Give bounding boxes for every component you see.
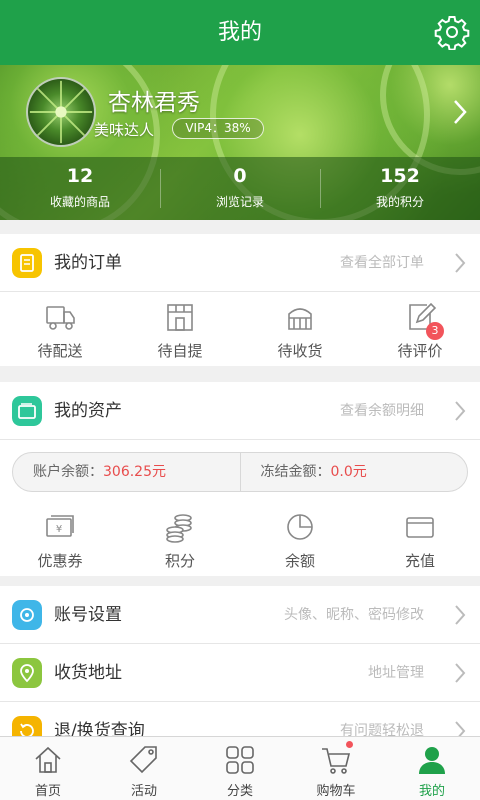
user-icon xyxy=(419,747,445,774)
card-icon xyxy=(406,517,434,538)
cart-notification-dot xyxy=(346,741,353,748)
tab-label: 活动 xyxy=(130,784,157,799)
tag-icon xyxy=(129,746,157,774)
chevron-right-icon xyxy=(455,605,466,625)
tab-label: 分类 xyxy=(226,784,253,799)
cart-icon xyxy=(322,748,351,774)
balance-section: 账户余额：306.25元 冻结金额：0.0元 xyxy=(0,440,480,502)
tab-label: 购物车 xyxy=(316,784,356,799)
asset-label: 积分 xyxy=(164,552,195,570)
order-status-grid: 待配送 待自提 待收货 3 待评价 xyxy=(0,292,480,366)
menu-account-settings[interactable]: 账号设置 头像、昵称、密码修改 xyxy=(0,586,480,644)
asset-grid: ¥ 优惠券 积分 余额 充值 xyxy=(0,502,480,576)
chevron-right-icon[interactable] xyxy=(452,99,468,125)
svg-text:¥: ¥ xyxy=(56,524,62,535)
menu-label: 收货地址 xyxy=(54,663,122,683)
menu-hint: 地址管理 xyxy=(368,665,424,681)
assets-row[interactable]: 我的资产 查看余额明细 xyxy=(0,382,480,440)
store-icon xyxy=(167,304,193,331)
orders-card: 我的订单 查看全部订单 待配送 待自提 待收货 3 待评价 xyxy=(0,234,480,366)
tab-home[interactable]: 首页 xyxy=(0,737,96,800)
page-title: 我的 xyxy=(217,20,262,45)
chevron-right-icon xyxy=(455,253,466,273)
username: 杏林君秀 xyxy=(108,90,200,116)
order-status-label: 待收货 xyxy=(277,342,323,360)
stat-label: 浏览记录 xyxy=(215,195,264,209)
tab-activities[interactable]: 活动 xyxy=(96,737,192,800)
bottom-tab-bar: 首页 活动 分类 购物车 我的 xyxy=(0,736,480,800)
profile-banner[interactable]: 杏林君秀 美味达人 VIP4：38% 12 收藏的商品 0 浏览记录 152 我… xyxy=(0,65,480,220)
tab-categories[interactable]: 分类 xyxy=(192,737,288,800)
location-icon xyxy=(12,658,42,688)
chevron-right-icon xyxy=(455,663,466,683)
asset-recharge[interactable]: 充值 xyxy=(360,502,480,576)
profile-stats: 12 收藏的商品 0 浏览记录 152 我的积分 xyxy=(0,157,480,220)
order-status-label: 待评价 xyxy=(397,342,443,360)
settings-icon xyxy=(12,600,42,630)
frozen-label: 冻结金额： xyxy=(260,464,331,480)
menu-list: 账号设置 头像、昵称、密码修改 收货地址 地址管理 退/换货查询 有问题轻松退 xyxy=(0,586,480,760)
stat-value: 12 xyxy=(66,165,94,187)
tab-mine[interactable]: 我的 xyxy=(384,737,480,800)
assets-title: 我的资产 xyxy=(54,401,122,421)
wallet-icon xyxy=(12,396,42,426)
tab-label: 我的 xyxy=(418,784,445,799)
menu-shipping-address[interactable]: 收货地址 地址管理 xyxy=(0,644,480,702)
menu-label: 账号设置 xyxy=(54,605,122,625)
coins-icon xyxy=(166,514,192,543)
asset-coupons[interactable]: ¥ 优惠券 xyxy=(0,502,120,576)
box-icon xyxy=(288,308,312,330)
tab-cart[interactable]: 购物车 xyxy=(288,737,384,800)
account-balance[interactable]: 账户余额：306.25元 xyxy=(13,453,240,491)
stat-points[interactable]: 152 我的积分 xyxy=(320,157,480,220)
assets-card: 我的资产 查看余额明细 账户余额：306.25元 冻结金额：0.0元 ¥ 优惠券… xyxy=(0,382,480,576)
stat-label: 收藏的商品 xyxy=(49,195,110,209)
vip-badge: VIP4：38% xyxy=(172,118,264,139)
view-balance-detail-link[interactable]: 查看余额明细 xyxy=(340,382,424,440)
order-status-to-review[interactable]: 3 待评价 xyxy=(360,292,480,366)
home-icon xyxy=(35,746,61,773)
frozen-balance[interactable]: 冻结金额：0.0元 xyxy=(239,453,468,491)
balance-label: 账户余额： xyxy=(33,464,103,480)
asset-label: 充值 xyxy=(404,552,435,570)
avatar[interactable] xyxy=(26,77,96,147)
order-status-label: 待配送 xyxy=(37,342,83,360)
asset-balance[interactable]: 余额 xyxy=(240,502,360,576)
stat-history[interactable]: 0 浏览记录 xyxy=(160,157,320,220)
truck-icon xyxy=(46,306,75,330)
asset-label: 余额 xyxy=(284,552,315,570)
orders-title: 我的订单 xyxy=(54,253,122,273)
stat-favorites[interactable]: 12 收藏的商品 xyxy=(0,157,160,220)
pie-icon xyxy=(287,514,313,540)
order-status-pickup[interactable]: 待自提 xyxy=(120,292,240,366)
menu-hint: 头像、昵称、密码修改 xyxy=(284,607,424,623)
balance-value: 306.25元 xyxy=(103,464,166,480)
member-level: 美味达人 xyxy=(94,121,155,139)
tab-label: 首页 xyxy=(34,784,61,799)
stat-value: 0 xyxy=(233,165,247,187)
gear-icon[interactable] xyxy=(434,14,470,50)
order-status-awaiting-receipt[interactable]: 待收货 xyxy=(240,292,360,366)
frozen-value: 0.0元 xyxy=(330,464,367,480)
avatar-image xyxy=(29,80,93,144)
orders-row[interactable]: 我的订单 查看全部订单 xyxy=(0,234,480,292)
grid-icon xyxy=(226,746,254,774)
order-status-label: 待自提 xyxy=(157,342,203,360)
stat-label: 我的积分 xyxy=(375,195,424,209)
asset-points[interactable]: 积分 xyxy=(120,502,240,576)
order-status-pending-delivery[interactable]: 待配送 xyxy=(0,292,120,366)
coupon-icon: ¥ xyxy=(46,515,74,537)
asset-label: 优惠券 xyxy=(37,552,83,570)
top-bar: 我的 xyxy=(0,0,480,65)
view-all-orders-link[interactable]: 查看全部订单 xyxy=(340,234,424,292)
balance-box: 账户余额：306.25元 冻结金额：0.0元 xyxy=(12,452,468,492)
review-count-badge: 3 xyxy=(426,322,444,340)
stat-value: 152 xyxy=(380,165,420,187)
chevron-right-icon xyxy=(455,401,466,421)
orders-icon xyxy=(12,248,42,278)
